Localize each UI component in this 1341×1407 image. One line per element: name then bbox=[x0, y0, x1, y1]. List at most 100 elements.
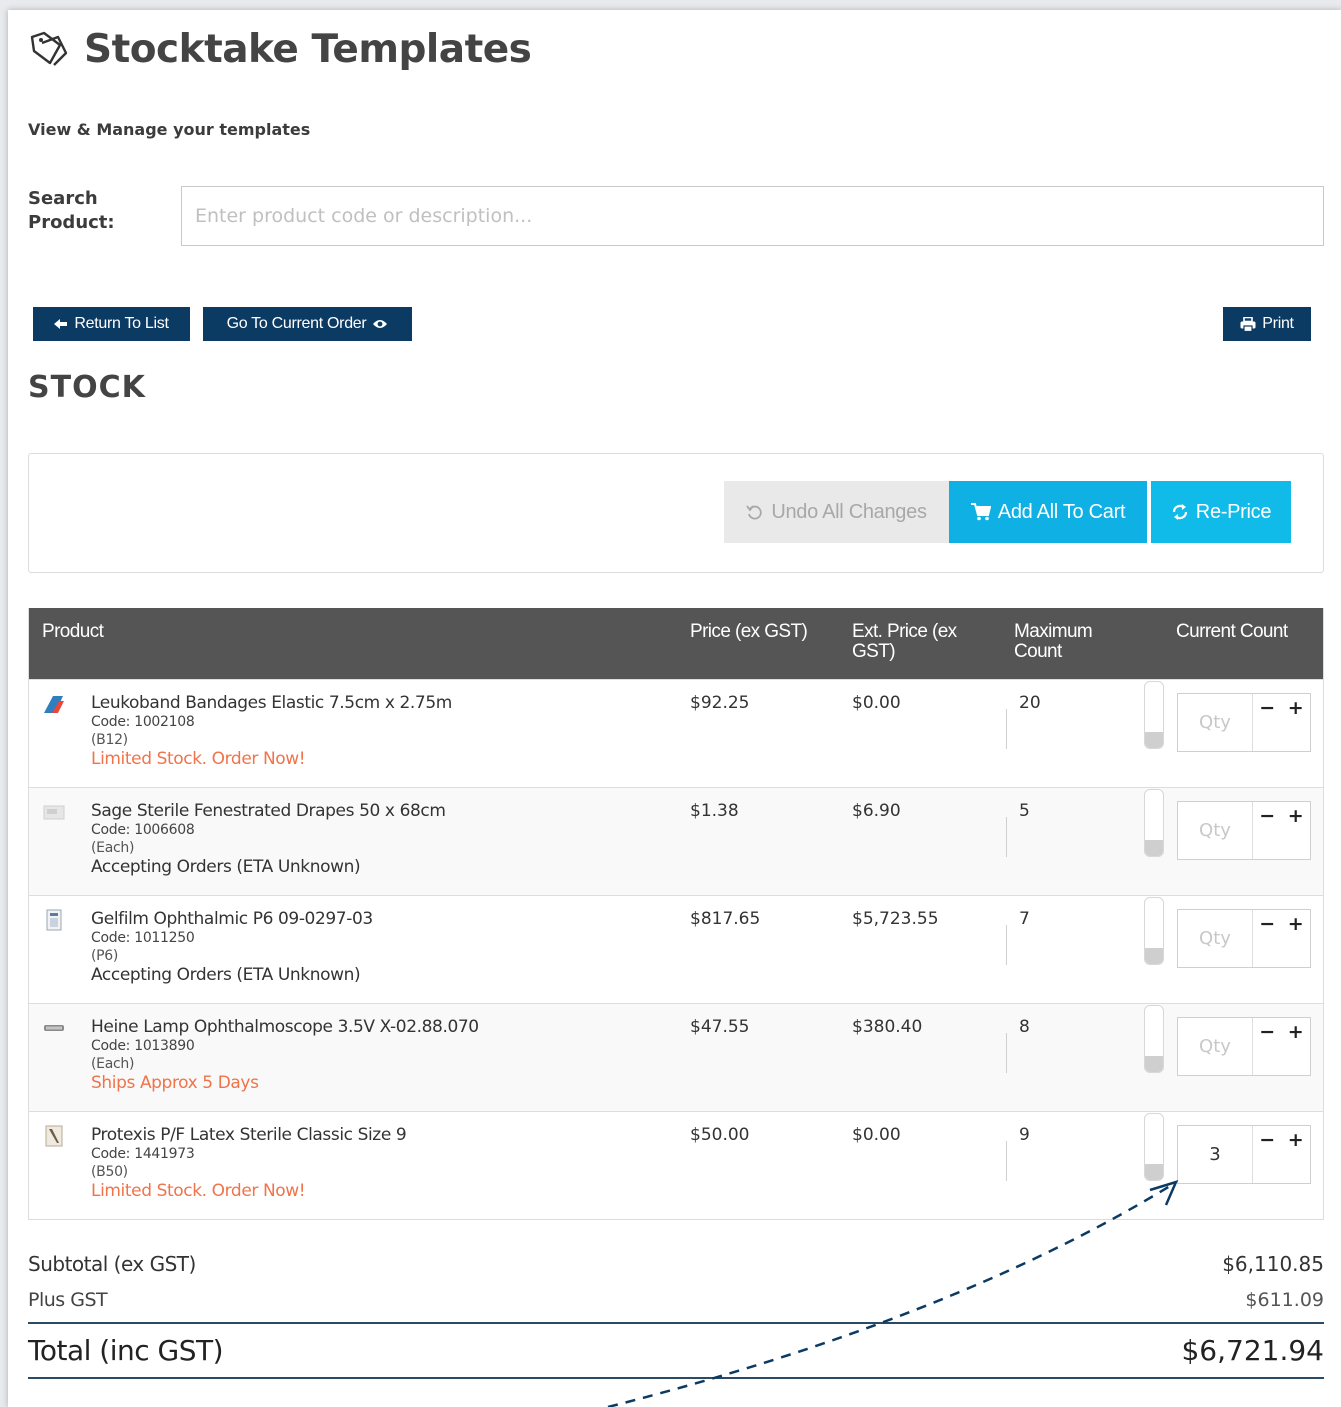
unit-price: $1.38 bbox=[690, 801, 739, 821]
go-to-current-order-button[interactable]: Go To Current Order bbox=[203, 307, 412, 341]
arrow-left-icon bbox=[54, 319, 68, 329]
quantity-stepper: − + bbox=[1177, 801, 1311, 860]
qty-controls: − + bbox=[1253, 910, 1310, 967]
increment-button[interactable]: + bbox=[1288, 1129, 1304, 1151]
qty-controls: − + bbox=[1253, 802, 1310, 859]
scrollbar-thumb[interactable] bbox=[1145, 1056, 1163, 1072]
max-count: 7 bbox=[1019, 909, 1030, 929]
decrement-button[interactable]: − bbox=[1259, 697, 1275, 719]
header-price: Price (ex GST) bbox=[690, 621, 808, 642]
row-scrollbar[interactable] bbox=[1144, 1005, 1164, 1073]
max-divider bbox=[1006, 817, 1007, 857]
row-scrollbar[interactable] bbox=[1144, 897, 1164, 965]
max-divider bbox=[1006, 1033, 1007, 1073]
product-name[interactable]: Gelfilm Ophthalmic P6 09-0297-03 bbox=[91, 909, 373, 929]
qty-input[interactable] bbox=[1178, 1018, 1253, 1075]
action-panel: Undo All Changes Add All To Cart Re-Pric… bbox=[28, 453, 1324, 573]
search-input[interactable] bbox=[181, 186, 1324, 246]
table-row: Gelfilm Ophthalmic P6 09-0297-03 Code: 1… bbox=[29, 895, 1323, 1003]
product-name[interactable]: Protexis P/F Latex Sterile Classic Size … bbox=[91, 1125, 407, 1145]
product-unit: (B50) bbox=[91, 1164, 128, 1180]
max-divider bbox=[1006, 709, 1007, 749]
page-title: Stocktake Templates bbox=[84, 26, 532, 72]
product-name[interactable]: Heine Lamp Ophthalmoscope 3.5V X-02.88.0… bbox=[91, 1017, 479, 1037]
bandage-product-icon bbox=[44, 696, 64, 713]
scrollbar-thumb[interactable] bbox=[1145, 1164, 1163, 1180]
quantity-stepper: − + bbox=[1177, 1017, 1311, 1076]
max-divider bbox=[1006, 1141, 1007, 1181]
decrement-button[interactable]: − bbox=[1259, 1129, 1275, 1151]
quantity-stepper: − + bbox=[1177, 693, 1311, 752]
product-code: Code: 1441973 bbox=[91, 1146, 195, 1162]
scrollbar-thumb[interactable] bbox=[1145, 840, 1163, 856]
qty-input[interactable] bbox=[1178, 802, 1253, 859]
ext-price: $0.00 bbox=[852, 693, 901, 713]
qty-controls: − + bbox=[1253, 694, 1310, 751]
ext-price: $6.90 bbox=[852, 801, 901, 821]
table-row: Heine Lamp Ophthalmoscope 3.5V X-02.88.0… bbox=[29, 1003, 1323, 1111]
eye-icon bbox=[373, 320, 388, 328]
increment-button[interactable]: + bbox=[1288, 697, 1304, 719]
totals-divider bbox=[28, 1322, 1324, 1324]
print-button[interactable]: Print bbox=[1223, 307, 1311, 341]
header-current-count: Current Count bbox=[1176, 621, 1288, 642]
ext-price: $0.00 bbox=[852, 1125, 901, 1145]
product-code: Code: 1013890 bbox=[91, 1038, 195, 1054]
qty-controls: − + bbox=[1253, 1126, 1310, 1183]
header-ext-price: Ext. Price (ex GST) bbox=[852, 621, 957, 662]
scrollbar-thumb[interactable] bbox=[1145, 732, 1163, 748]
unit-price: $92.25 bbox=[690, 693, 750, 713]
print-label: Print bbox=[1262, 315, 1294, 332]
row-scrollbar[interactable] bbox=[1144, 681, 1164, 749]
increment-button[interactable]: + bbox=[1288, 805, 1304, 827]
max-count: 9 bbox=[1019, 1125, 1030, 1145]
stock-status: Ships Approx 5 Days bbox=[91, 1073, 259, 1093]
row-scrollbar[interactable] bbox=[1144, 789, 1164, 857]
page-subtitle: View & Manage your templates bbox=[28, 120, 311, 139]
product-unit: (P6) bbox=[91, 948, 119, 964]
unit-price: $47.55 bbox=[690, 1017, 750, 1037]
max-divider bbox=[1006, 925, 1007, 965]
undo-all-changes-label: Undo All Changes bbox=[771, 500, 927, 523]
stock-status: Limited Stock. Order Now! bbox=[91, 749, 306, 769]
header-max-count: Maximum Count bbox=[1014, 621, 1093, 662]
decrement-button[interactable]: − bbox=[1259, 805, 1275, 827]
product-unit: (Each) bbox=[91, 840, 135, 856]
refresh-icon bbox=[1172, 504, 1187, 520]
decrement-button[interactable]: − bbox=[1259, 1021, 1275, 1043]
scrollbar-thumb[interactable] bbox=[1145, 948, 1163, 964]
table-row: Sage Sterile Fenestrated Drapes 50 x 68c… bbox=[29, 787, 1323, 895]
total-label: Total (inc GST) bbox=[28, 1334, 224, 1367]
max-count: 5 bbox=[1019, 801, 1030, 821]
stock-table: Product Price (ex GST) Ext. Price (ex GS… bbox=[28, 608, 1324, 1220]
table-header: Product Price (ex GST) Ext. Price (ex GS… bbox=[29, 608, 1323, 679]
product-name[interactable]: Sage Sterile Fenestrated Drapes 50 x 68c… bbox=[91, 801, 446, 821]
product-unit: (B12) bbox=[91, 732, 128, 748]
quantity-stepper: − + bbox=[1177, 1125, 1311, 1184]
product-name[interactable]: Leukoband Bandages Elastic 7.5cm x 2.75m bbox=[91, 693, 452, 713]
unit-price: $817.65 bbox=[690, 909, 761, 929]
return-to-list-button[interactable]: Return To List bbox=[33, 307, 190, 341]
add-all-to-cart-button[interactable]: Add All To Cart bbox=[949, 481, 1147, 543]
qty-input[interactable] bbox=[1178, 910, 1253, 967]
qty-input[interactable] bbox=[1178, 694, 1253, 751]
subtotal-value: $6,110.85 bbox=[1222, 1252, 1324, 1276]
increment-button[interactable]: + bbox=[1288, 913, 1304, 935]
reprice-button[interactable]: Re-Price bbox=[1151, 481, 1291, 543]
section-title: STOCK bbox=[28, 370, 146, 405]
qty-input[interactable] bbox=[1178, 1126, 1253, 1183]
decrement-button[interactable]: − bbox=[1259, 913, 1275, 935]
drape-product-icon bbox=[43, 805, 65, 820]
undo-icon bbox=[746, 505, 763, 520]
totals-divider bbox=[28, 1377, 1324, 1379]
glove-box-product-icon bbox=[45, 1125, 63, 1147]
row-scrollbar[interactable] bbox=[1144, 1113, 1164, 1181]
table-row: Protexis P/F Latex Sterile Classic Size … bbox=[29, 1111, 1323, 1219]
undo-all-changes-button[interactable]: Undo All Changes bbox=[724, 481, 949, 543]
quantity-stepper: − + bbox=[1177, 909, 1311, 968]
increment-button[interactable]: + bbox=[1288, 1021, 1304, 1043]
lamp-product-icon bbox=[44, 1025, 64, 1031]
cart-icon bbox=[970, 503, 991, 521]
subtotal-label: Subtotal (ex GST) bbox=[28, 1252, 196, 1276]
total-value: $6,721.94 bbox=[1181, 1334, 1324, 1367]
